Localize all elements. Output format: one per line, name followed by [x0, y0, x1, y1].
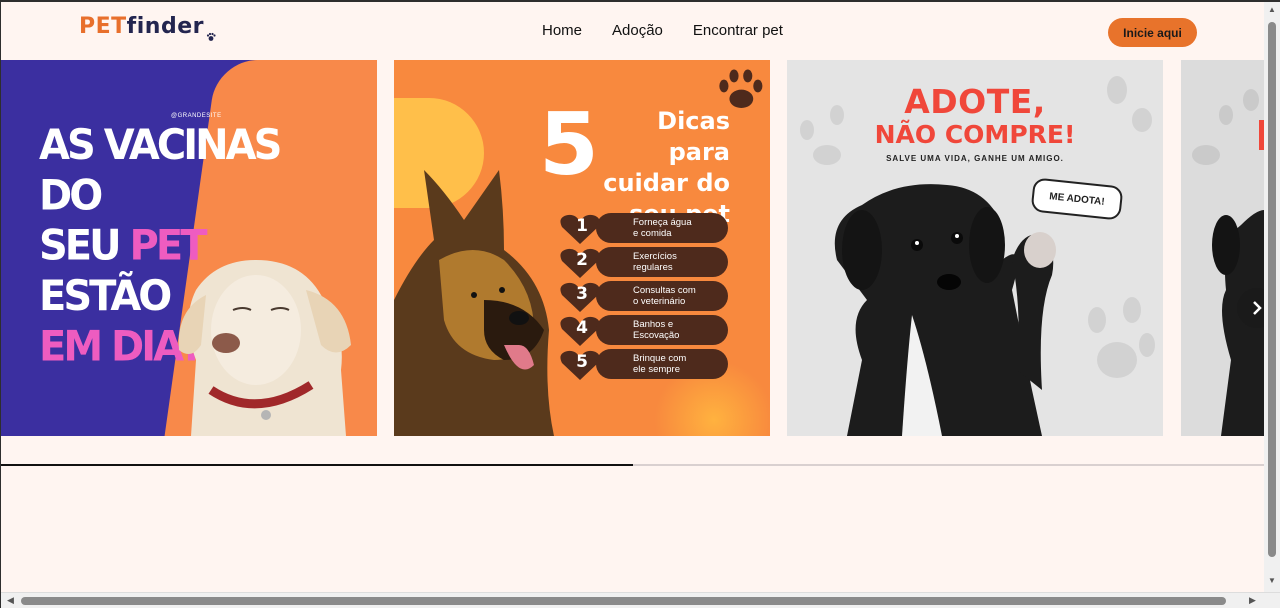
tip-item: 2 Exercícios regulares [559, 246, 729, 278]
tip-line2: ele sempre [633, 364, 680, 375]
dog-labrador-image [178, 260, 351, 436]
tip-item: 4 Banhos e Escovação [559, 314, 729, 346]
tip-line2: o veterinário [633, 296, 686, 307]
logo-pet: PET [79, 14, 127, 39]
tip-item: 5 Brinque com ele sempre [559, 348, 729, 380]
scroll-left-icon[interactable]: ◀ [7, 595, 14, 606]
main-nav: Home Adoção Encontrar pet [542, 22, 783, 39]
tip-line1: Banhos e [633, 319, 674, 330]
tip-line2: Escovação [633, 330, 680, 341]
tip-text: Brinque com ele sempre [596, 349, 728, 379]
vertical-scrollbar[interactable]: ▲ ▼ [1264, 2, 1280, 592]
nav-home[interactable]: Home [542, 22, 582, 39]
tip-number: 5 [576, 352, 588, 372]
tip-number: 2 [576, 250, 588, 270]
scroll-right-icon[interactable]: ▶ [1249, 595, 1256, 606]
page: PETfinder Home Adoção Encontrar pet Inic… [1, 2, 1264, 592]
slide-partial[interactable] [1181, 60, 1264, 436]
tip-text: Banhos e Escovação [596, 315, 728, 345]
slide-tips[interactable]: 5 Dicas para cuidar do seu pet 1 Forneça [394, 60, 770, 436]
tip-text: Forneça água e comida [596, 213, 728, 243]
nav-encontrar-pet[interactable]: Encontrar pet [693, 22, 783, 39]
tip-number: 4 [576, 318, 588, 338]
tip-item: 1 Forneça água e comida [559, 212, 729, 244]
nav-adocao[interactable]: Adoção [612, 22, 663, 39]
tip-line1: Exercícios [633, 251, 677, 262]
tip-line1: Brinque com [633, 353, 687, 364]
carousel: @GRANDESITE AS VACINAS DO SEU PET ESTÃO … [1, 60, 1264, 436]
tip-line1: Forneça água [633, 217, 692, 228]
tip-line1: Consultas com [633, 285, 696, 296]
tip-line2: regulares [633, 262, 673, 273]
carousel-progress-track [1, 464, 1264, 466]
chevron-right-icon [1253, 301, 1262, 315]
horizontal-scroll-thumb[interactable] [21, 597, 1226, 605]
tip-number: 3 [576, 284, 588, 304]
slide-adopt[interactable]: ADOTE, NÃO COMPRE! SALVE UMA VIDA, GANHE… [787, 60, 1163, 436]
slide-partial-image [1192, 89, 1264, 436]
slide-vaccines[interactable]: @GRANDESITE AS VACINAS DO SEU PET ESTÃO … [1, 60, 377, 436]
tip-text: Exercícios regulares [596, 247, 728, 277]
browser-window: PETfinder Home Adoção Encontrar pet Inic… [0, 0, 1280, 608]
scroll-up-icon[interactable]: ▲ [1268, 5, 1276, 14]
logo-finder: finder [126, 14, 204, 39]
tips-list: 1 Forneça água e comida 2 Exercícios regul… [559, 212, 729, 382]
tip-item: 3 Consultas com o veterinário [559, 280, 729, 312]
tip-line2: e comida [633, 228, 672, 239]
tip-text: Consultas com o veterinário [596, 281, 728, 311]
start-button[interactable]: Inicie aqui [1108, 18, 1197, 47]
logo[interactable]: PETfinder [79, 14, 216, 41]
tip-number: 1 [576, 216, 588, 236]
carousel-progress-fill [1, 464, 633, 466]
vertical-scroll-thumb[interactable] [1268, 22, 1276, 557]
paw-icon [206, 32, 216, 41]
scroll-down-icon[interactable]: ▼ [1268, 576, 1276, 585]
puppy-image [834, 184, 1056, 436]
